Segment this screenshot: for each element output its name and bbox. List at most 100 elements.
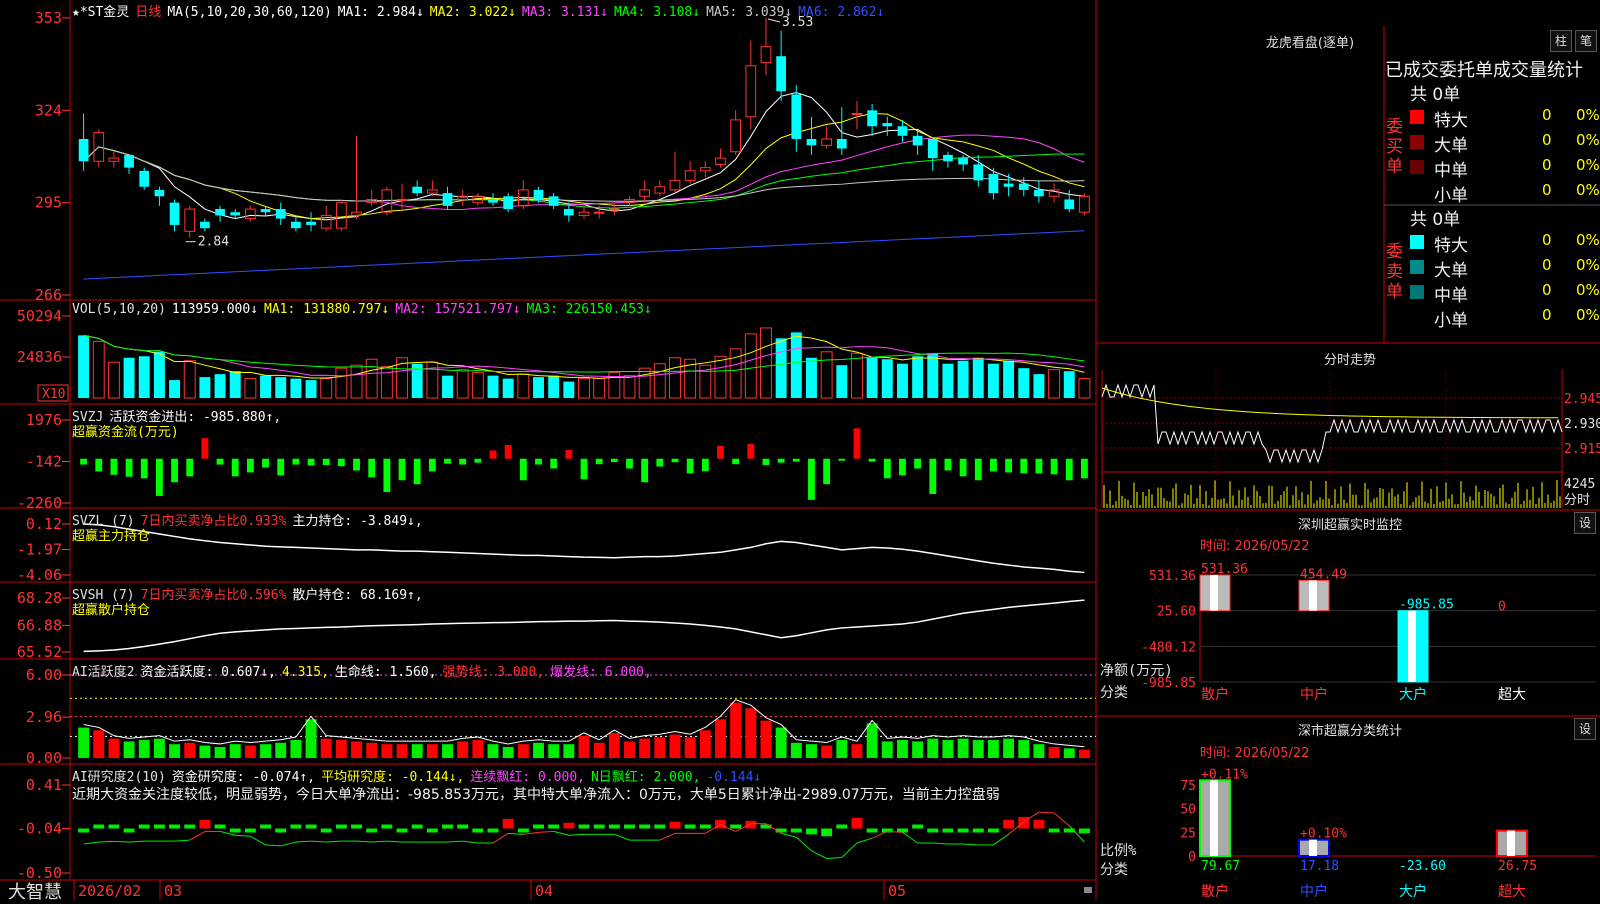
research-line-segment [265, 844, 281, 847]
activity-bar [639, 738, 651, 758]
activity-bar [472, 740, 484, 758]
fundflow-bar [171, 458, 178, 483]
fundflow-bar [671, 458, 679, 463]
fundflow-bar [322, 458, 330, 465]
candle-down [563, 209, 574, 216]
activity-bar [851, 744, 863, 758]
research-bar [138, 824, 150, 829]
research-advice-text: 近期大资金关注度较低，明显弱势，今日大单净流出：-985.853万元，其中特大单… [72, 787, 1000, 803]
activity-bar [1003, 738, 1015, 758]
activity-bar [290, 740, 302, 758]
candle-down [836, 138, 847, 149]
fundflow-bar [398, 458, 406, 481]
fundflow-bar [489, 450, 497, 459]
volume-bar-down [1003, 360, 1015, 398]
activity-bar [790, 742, 802, 758]
activity-bar [199, 745, 211, 758]
fundflow-bar [641, 458, 649, 483]
svzj-y-tick: -142 [26, 453, 62, 471]
fundflow-bar [626, 458, 633, 469]
sell-row-name: 大单 [1434, 261, 1468, 281]
monitor-bar-highlight [1210, 575, 1218, 611]
volume-bar-down [1033, 374, 1045, 398]
bar-mode-button[interactable]: 柱 [1550, 30, 1572, 52]
sz-monitor-settings-button[interactable]: 设 [1574, 512, 1596, 534]
stats-value-label: 79.67 [1201, 859, 1240, 874]
buy-row-pct: 0% [1576, 106, 1600, 124]
volume-bar-down [987, 363, 999, 398]
volume-bar-down [169, 380, 181, 398]
research-bar [396, 828, 408, 833]
svzj-subtitle: 超赢资金流(万元) [72, 425, 179, 440]
research-bar [730, 824, 742, 829]
candle-up [336, 202, 347, 229]
sell-row-value: 0 [1542, 306, 1552, 324]
buy-row-name: 大单 [1434, 136, 1468, 156]
candle-down [927, 138, 938, 159]
activity-bar [487, 744, 499, 758]
stock-name: ★*ST金灵 [72, 5, 130, 20]
sell-row-pct: 0% [1576, 281, 1600, 299]
ai-research-label-4: -0.144↓ [706, 770, 762, 785]
monitor-y-tick: 531.36 [1149, 569, 1196, 584]
volume-bar-up [244, 378, 257, 399]
ai-research-y-tick: 0.41 [26, 776, 62, 794]
candle-down [230, 212, 241, 216]
candle-up [608, 208, 620, 211]
research-bar [669, 821, 681, 829]
ai-activity-y-tick: 2.96 [26, 708, 62, 726]
sz-monitor-title: 深圳超赢实时监控 [1297, 518, 1402, 533]
candle-down [1003, 183, 1014, 187]
research-bar [244, 828, 256, 833]
research-bar [942, 828, 954, 833]
buy-row-name: 小单 [1434, 186, 1468, 206]
monitor-category-label: 散户 [1201, 686, 1229, 703]
research-bar [169, 824, 181, 829]
candle-down [412, 186, 423, 194]
activity-bar [411, 744, 423, 758]
stats-category-label: 大户 [1399, 883, 1427, 900]
activity-bar [563, 744, 575, 758]
fundflow-bar [1020, 458, 1028, 474]
volume-bar-up [820, 351, 833, 399]
research-bar [487, 828, 499, 833]
sz-stats-settings-button[interactable]: 设 [1574, 718, 1596, 740]
fundflow-bar [686, 458, 694, 474]
activity-bar [335, 740, 347, 758]
stats-category-label: 超大 [1498, 884, 1526, 900]
intraday-title[interactable]: 分时走势 [1100, 349, 1600, 368]
stats-value-label: 17.18 [1300, 859, 1339, 874]
fundflow-bar [383, 458, 391, 493]
research-bar [381, 824, 393, 829]
pen-mode-button[interactable]: 笔 [1575, 30, 1597, 52]
vol-y-tick: 50294 [17, 307, 62, 325]
research-line-segment [462, 840, 478, 844]
monitor-bar-highlight [1408, 610, 1416, 682]
research-bar [426, 828, 438, 833]
activity-bar [396, 744, 408, 758]
fundflow-bar [565, 449, 573, 459]
vol-y-tick: 24836 [17, 348, 62, 366]
activity-bar [123, 741, 135, 758]
buy-row-name: 特大 [1434, 111, 1468, 131]
research-bar [578, 824, 590, 829]
fundflow-bar [140, 458, 148, 479]
sz-monitor-time: 时间: 2026/05/22 [1200, 539, 1310, 554]
fundflow-bar [732, 458, 740, 465]
sell-total: 共 0单 [1410, 210, 1461, 230]
candle-down [291, 221, 301, 229]
candle-up [821, 138, 832, 146]
activity-bar [138, 740, 150, 758]
volume-bar-down [533, 377, 544, 398]
stats-y-tick: 25 [1180, 826, 1196, 841]
volume-bar-up [760, 327, 772, 399]
volume-bar-down [942, 363, 954, 398]
research-line-segment [932, 842, 948, 845]
buy-row-value: 0 [1542, 156, 1552, 174]
research-bar [1003, 819, 1015, 829]
fundflow-bar [1005, 458, 1013, 473]
fundflow-bar [474, 458, 482, 463]
fundflow-bar [823, 458, 831, 485]
monitor-category-label: 超大 [1498, 687, 1526, 703]
research-bar [912, 824, 924, 829]
